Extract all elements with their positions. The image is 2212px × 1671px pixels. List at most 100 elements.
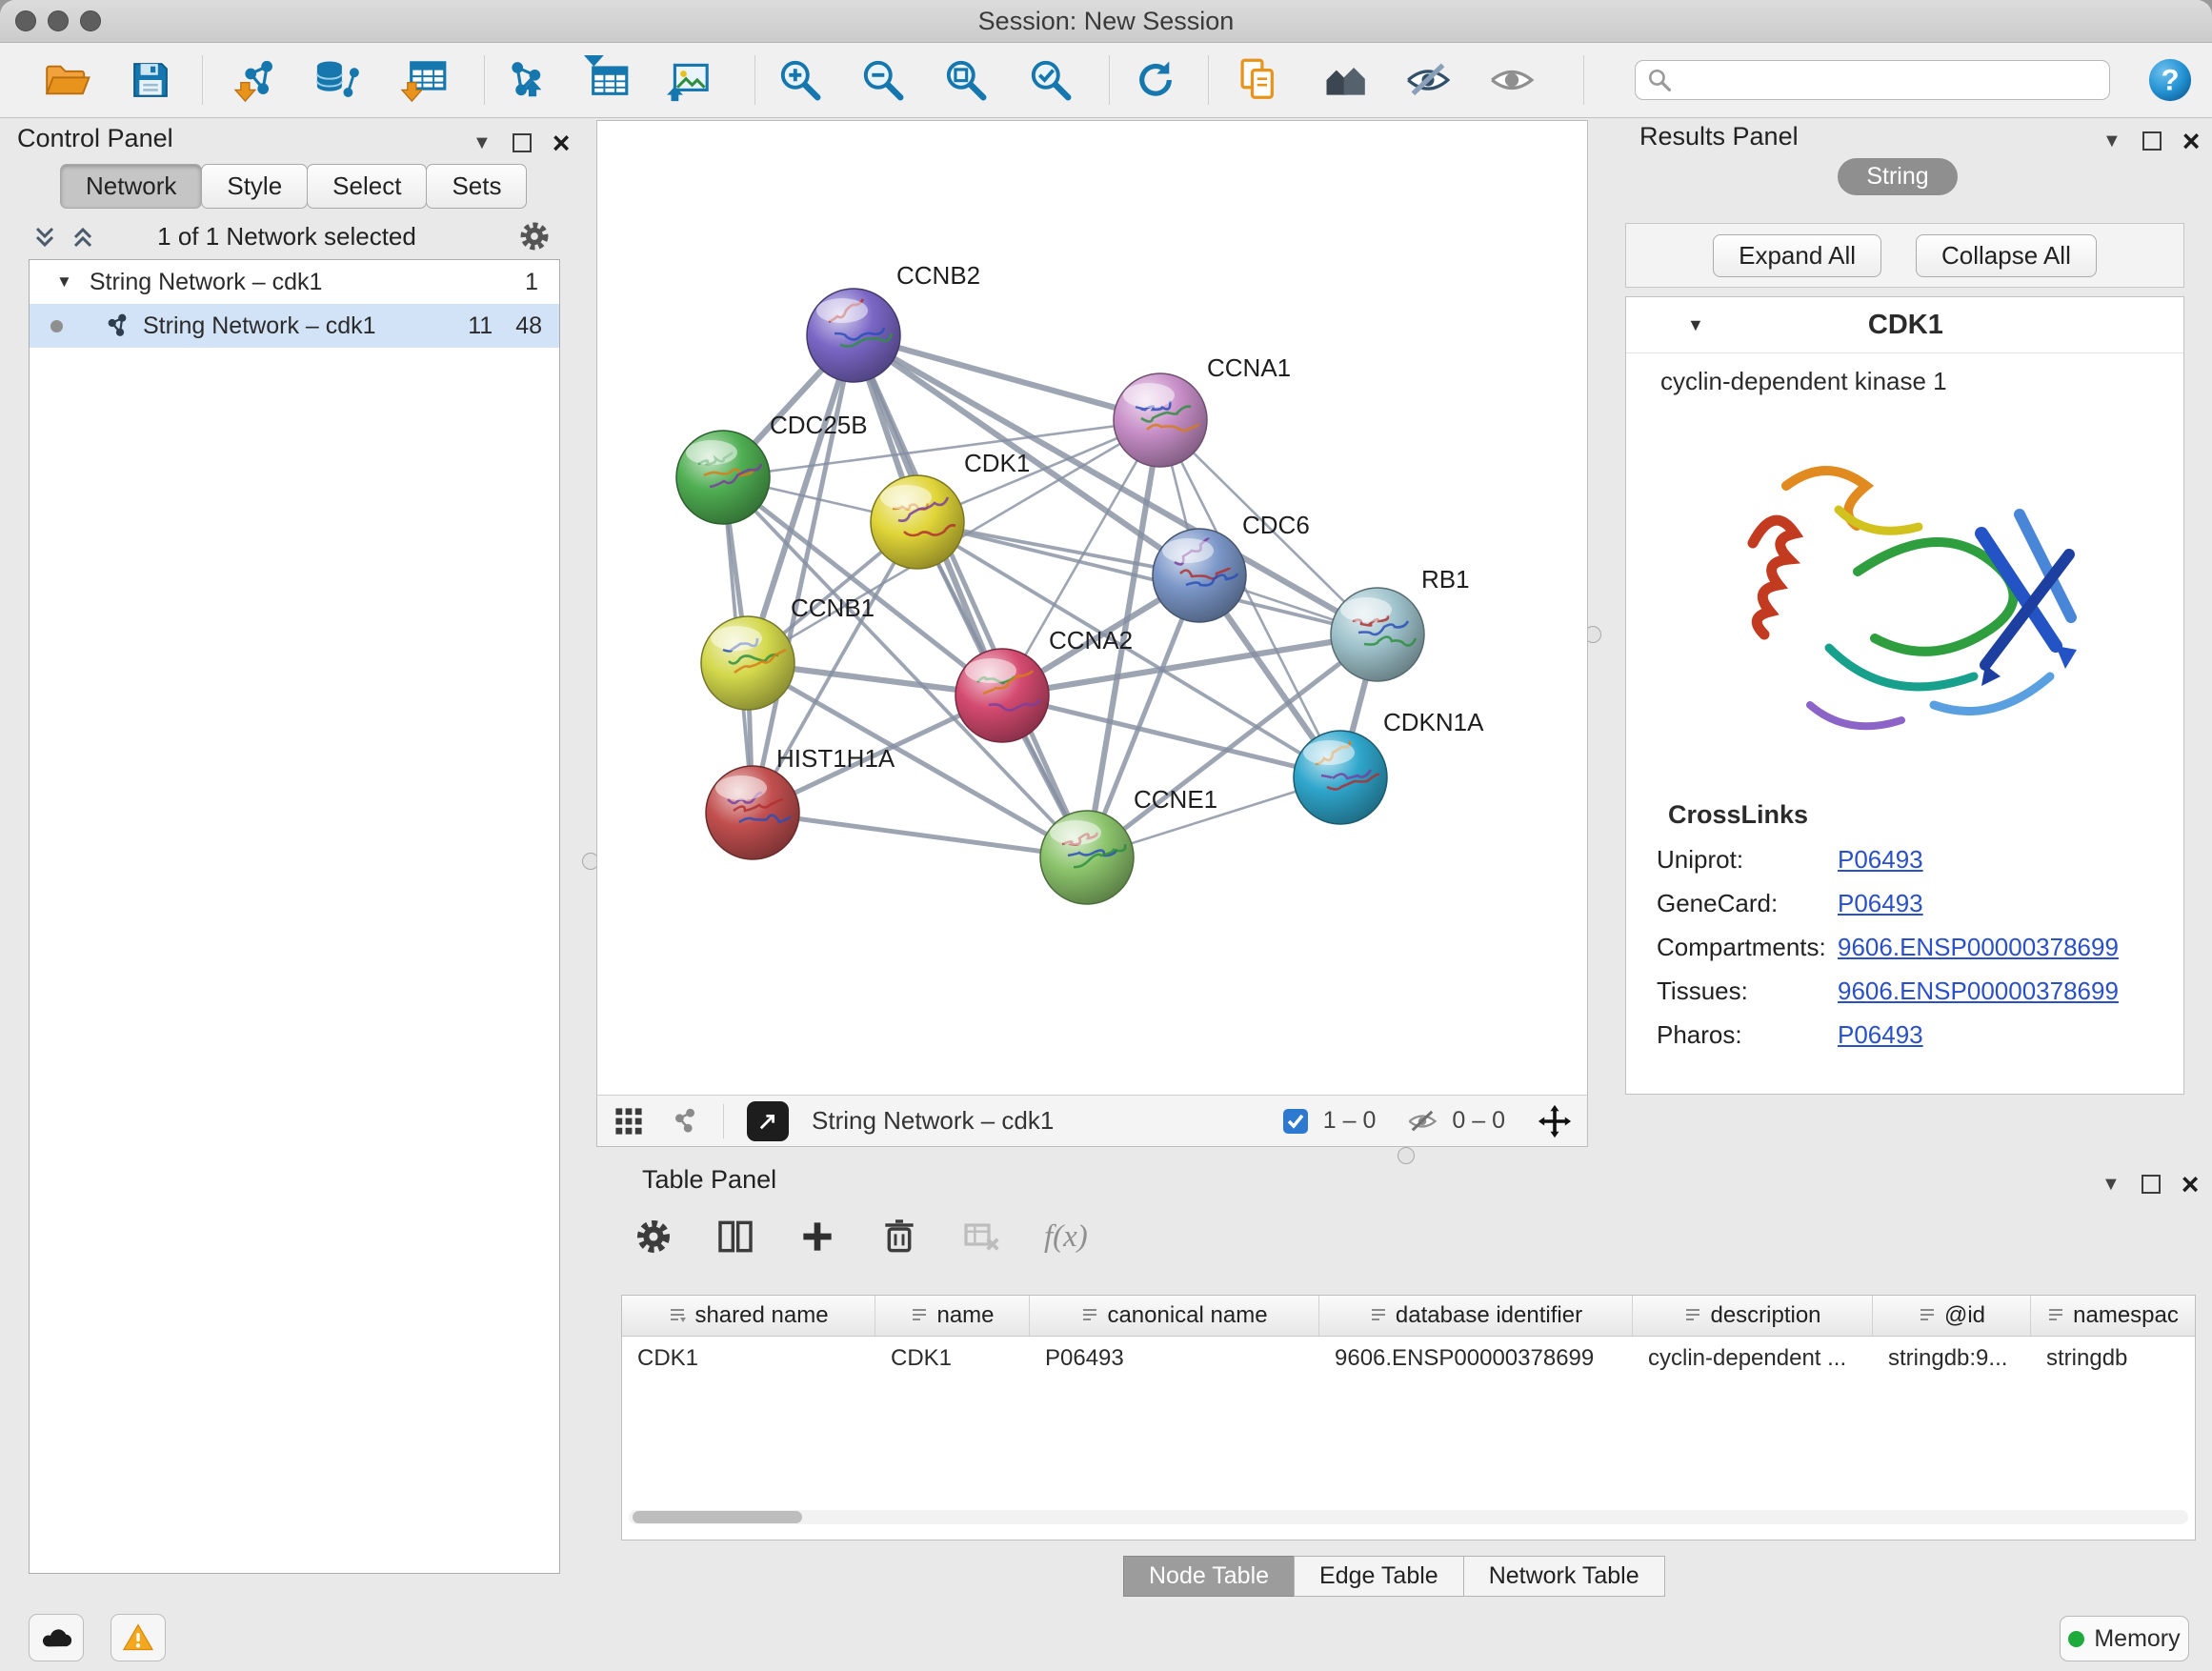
network-node-cdc25b[interactable]: CDC25B [676, 411, 868, 524]
tab-network-table[interactable]: Network Table [1463, 1556, 1665, 1597]
export-network-button[interactable] [496, 50, 553, 110]
column-header-namespace[interactable]: namespac [2031, 1296, 2194, 1336]
cell-database-identifier[interactable]: 9606.ENSP00000378699 [1319, 1337, 1633, 1380]
export-image-button[interactable] [661, 50, 718, 110]
collapse-all-button[interactable]: Collapse All [1916, 234, 2097, 277]
genecard-link[interactable]: P06493 [1838, 889, 1923, 918]
network-canvas[interactable]: CCNB2CCNA1CDC25BCDK1CDC6RB1CCNB1CCNA2CDK… [597, 121, 1587, 1095]
delete-column-icon[interactable] [880, 1218, 918, 1256]
hide-unhide-button[interactable] [1399, 50, 1457, 110]
zoom-in-button[interactable] [772, 50, 829, 110]
import-network-from-file-button[interactable] [230, 50, 287, 110]
tab-network[interactable]: Network [60, 164, 202, 209]
table-gear-icon[interactable] [634, 1218, 673, 1256]
column-sort-icon [1080, 1306, 1099, 1325]
expand-all-button[interactable]: Expand All [1713, 234, 1881, 277]
cell-name[interactable]: CDK1 [875, 1337, 1030, 1380]
network-node-cdk1[interactable]: CDK1 [871, 449, 1030, 569]
network-node-ccne1[interactable]: CCNE1 [1040, 785, 1217, 904]
gear-icon[interactable] [518, 220, 551, 252]
pan-crosshair-icon[interactable] [1538, 1104, 1572, 1138]
network-node-ccna1[interactable]: CCNA1 [1114, 353, 1291, 467]
compartments-link[interactable]: 9606.ENSP00000378699 [1838, 933, 2119, 962]
cell-id[interactable]: stringdb:9... [1873, 1337, 2031, 1380]
control-panel-close-icon[interactable]: × [553, 128, 571, 158]
results-panel-maximize-icon[interactable] [2142, 131, 2162, 151]
table-horizontal-scrollbar[interactable] [629, 1510, 2188, 1524]
column-header-canonical-name[interactable]: canonical name [1030, 1296, 1319, 1336]
open-session-button[interactable] [38, 50, 95, 110]
tab-sets[interactable]: Sets [426, 164, 527, 209]
ribbon-diagram-icon [1696, 419, 2115, 781]
string-tab[interactable]: String [1588, 158, 2207, 195]
network-edge[interactable] [753, 813, 1087, 857]
zoom-out-button[interactable] [855, 50, 912, 110]
show-all-button[interactable] [1483, 50, 1540, 110]
birds-eye-grid-icon[interactable] [613, 1105, 645, 1137]
column-header-description[interactable]: description [1633, 1296, 1873, 1336]
column-header-database-identifier[interactable]: database identifier [1319, 1296, 1633, 1336]
table-panel-maximize-icon[interactable] [2142, 1175, 2161, 1194]
entry-collapse-icon[interactable]: ▼ [1687, 315, 1704, 335]
control-panel-float-icon[interactable]: ▼ [473, 133, 492, 152]
import-table-button[interactable] [396, 50, 453, 110]
scrollbar-thumb[interactable] [633, 1511, 802, 1523]
help-button[interactable]: ? [2142, 50, 2199, 110]
network-node-rb1[interactable]: RB1 [1331, 565, 1470, 681]
table-row[interactable]: CDK1 CDK1 P06493 9606.ENSP00000378699 cy… [622, 1337, 2195, 1380]
add-column-icon[interactable] [798, 1218, 836, 1256]
neighborhood-button[interactable] [1317, 50, 1374, 110]
cloud-status-button[interactable] [29, 1614, 84, 1661]
network-node-hist1h1a[interactable]: HIST1H1A [706, 744, 895, 859]
uniprot-link[interactable]: P06493 [1838, 845, 1923, 875]
results-panel-float-icon[interactable]: ▼ [2102, 131, 2122, 151]
tab-select[interactable]: Select [307, 164, 427, 209]
export-network-icon [500, 55, 550, 105]
copy-button[interactable] [1230, 50, 1287, 110]
node-label: RB1 [1421, 565, 1470, 594]
tissues-link[interactable]: 9606.ENSP00000378699 [1838, 976, 2119, 1006]
network-share-icon[interactable] [670, 1106, 700, 1137]
selected-checkbox-icon[interactable] [1281, 1107, 1310, 1136]
table-panel-close-icon[interactable]: × [2182, 1169, 2200, 1199]
search-input[interactable] [1681, 66, 2098, 94]
cell-shared-name[interactable]: CDK1 [622, 1337, 875, 1380]
network-collection-row[interactable]: ▼ String Network – cdk1 1 [30, 260, 559, 304]
network-node-ccnb1[interactable]: CCNB1 [701, 594, 875, 710]
column-header-id[interactable]: @id [1873, 1296, 2031, 1336]
cell-namespace[interactable]: stringdb [2031, 1337, 2194, 1380]
column-header-shared-name[interactable]: shared name [622, 1296, 875, 1336]
network-node-cdkn1a[interactable]: CDKN1A [1294, 708, 1484, 824]
export-table-button[interactable] [578, 50, 635, 110]
warning-status-button[interactable] [111, 1614, 166, 1661]
zoom-selected-button[interactable] [1022, 50, 1079, 110]
results-panel-close-icon[interactable]: × [2182, 126, 2201, 156]
protein-entry-header[interactable]: ▼ CDK1 [1626, 297, 2183, 353]
open-in-window-button[interactable] [747, 1101, 789, 1141]
tab-edge-table[interactable]: Edge Table [1294, 1556, 1464, 1597]
apply-layout-button[interactable] [1127, 50, 1184, 110]
control-panel-maximize-icon[interactable] [513, 133, 532, 152]
table-panel-float-icon[interactable]: ▼ [2101, 1175, 2121, 1194]
pharos-link[interactable]: P06493 [1838, 1020, 1923, 1050]
show-columns-icon[interactable] [716, 1218, 754, 1256]
tree-expand-icon[interactable]: ▼ [56, 272, 72, 292]
network-edge[interactable] [854, 335, 1160, 420]
hidden-eye-icon[interactable] [1406, 1107, 1438, 1136]
function-builder-button[interactable]: f(x) [1044, 1219, 1088, 1255]
network-edge[interactable] [753, 335, 854, 813]
tab-style[interactable]: Style [201, 164, 308, 209]
column-sort-icon [2046, 1306, 2065, 1325]
network-view[interactable]: CCNB2CCNA1CDC25BCDK1CDC6RB1CCNB1CCNA2CDK… [596, 120, 1588, 1147]
cell-canonical-name[interactable]: P06493 [1030, 1337, 1319, 1380]
column-header-name[interactable]: name [875, 1296, 1030, 1336]
search-field[interactable] [1635, 60, 2110, 100]
tab-node-table[interactable]: Node Table [1123, 1556, 1295, 1597]
cell-description[interactable]: cyclin-dependent ... [1633, 1337, 1873, 1380]
memory-button[interactable]: Memory [2060, 1616, 2189, 1661]
node-label: CCNA1 [1207, 353, 1291, 382]
import-network-from-database-button[interactable] [310, 50, 367, 110]
network-row-selected[interactable]: String Network – cdk1 11 48 [30, 304, 559, 348]
zoom-fit-button[interactable] [937, 50, 995, 110]
save-session-button[interactable] [122, 50, 179, 110]
